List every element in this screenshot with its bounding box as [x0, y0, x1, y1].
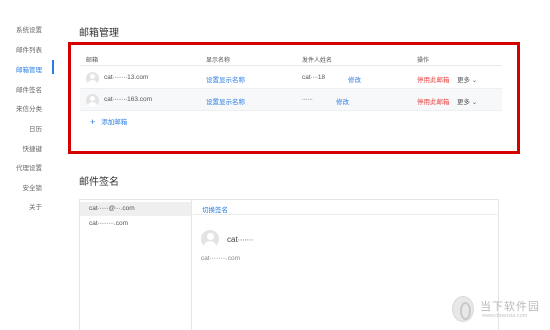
set-display-name-link[interactable]: 设置显示名称: [206, 96, 245, 106]
sidebar-item-mail-category[interactable]: 来信分类: [16, 103, 42, 113]
avatar-icon: [86, 94, 99, 107]
avatar-icon: [201, 230, 219, 248]
sidebar-item-proxy-settings[interactable]: 代理设置: [16, 162, 42, 172]
signature-section-title: 邮件签名: [79, 177, 119, 188]
watermark-brand: 当下软件园: [480, 301, 540, 313]
sidebar-item-mail-list[interactable]: 邮件列表: [16, 44, 42, 54]
sidebar-item-about[interactable]: 关于: [29, 201, 42, 211]
disable-mailbox-button[interactable]: 停用此邮箱: [417, 96, 450, 106]
sidebar-item-mailbox-management[interactable]: 邮箱管理: [16, 64, 42, 74]
add-mailbox-label: 添加邮箱: [101, 119, 128, 126]
signature-panel: cat∙∙∙∙∙∙@∙∙∙.com cat∙∙∙∙∙∙∙∙∙.com 切换签名 …: [79, 199, 499, 330]
signature-account-item[interactable]: cat∙∙∙∙∙∙@∙∙∙.com: [80, 202, 191, 216]
signature-account-item[interactable]: cat∙∙∙∙∙∙∙∙∙.com: [80, 217, 191, 231]
sidebar-item-system-settings[interactable]: 系统设置: [16, 24, 42, 34]
mailbox-email: cat∙∙∙∙∙∙∙∙163.com: [104, 96, 153, 103]
watermark: 当下软件园 www.downxia.com: [452, 296, 544, 324]
column-header-display-name: 显示名称: [206, 58, 231, 64]
column-header-sender-name: 发件人姓名: [302, 58, 333, 64]
add-mailbox-button[interactable]: + 添加邮箱: [90, 116, 127, 127]
table-row: cat∙∙∙∙∙∙∙∙163.com 设置显示名称 ∙∙∙∙∙∙ 修改 停用此邮…: [80, 89, 502, 111]
active-indicator: [52, 60, 54, 74]
table-row: cat∙∙∙∙∙∙∙∙13.com 设置显示名称 cat∙∙∙∙18 修改 停用…: [80, 67, 502, 89]
table-header: 邮箱 显示名称 发件人姓名 操作: [80, 52, 502, 66]
sender-name: ∙∙∙∙∙∙: [302, 96, 313, 103]
switch-signature-tab[interactable]: 切换签名: [202, 204, 228, 214]
sidebar-item-shortcuts[interactable]: 快捷键: [23, 143, 43, 153]
more-menu-button[interactable]: 更多 ⌄: [457, 74, 477, 84]
edit-sender-link[interactable]: 修改: [336, 96, 349, 106]
set-display-name-link[interactable]: 设置显示名称: [206, 74, 245, 84]
divider: [193, 214, 499, 215]
signature-name: cat∙∙∙∙∙∙∙: [227, 235, 254, 244]
watermark-logo-icon: [452, 296, 474, 322]
more-menu-button[interactable]: 更多 ⌄: [457, 96, 477, 106]
edit-sender-link[interactable]: 修改: [348, 74, 361, 84]
column-header-actions: 操作: [417, 58, 430, 64]
watermark-url: www.downxia.com: [482, 313, 528, 319]
column-header-email: 邮箱: [86, 58, 99, 64]
sidebar-item-security-lock[interactable]: 安全锁: [23, 182, 43, 192]
plus-icon: +: [90, 117, 96, 127]
mailbox-email: cat∙∙∙∙∙∙∙∙13.com: [104, 74, 149, 81]
sender-name: cat∙∙∙∙18: [302, 74, 326, 81]
signature-account-list: cat∙∙∙∙∙∙@∙∙∙.com cat∙∙∙∙∙∙∙∙∙.com: [80, 200, 192, 330]
sidebar-item-calendar[interactable]: 日历: [29, 123, 42, 133]
avatar-icon: [86, 72, 99, 85]
disable-mailbox-button[interactable]: 停用此邮箱: [417, 74, 450, 84]
signature-email: cat∙∙∙∙∙∙∙∙∙.com: [201, 255, 241, 262]
settings-sidebar: 系统设置 邮件列表 邮箱管理 邮件签名 来信分类 日历 快捷键 代理设置 安全锁…: [0, 0, 52, 330]
sidebar-item-mail-signature[interactable]: 邮件签名: [16, 84, 42, 94]
mailbox-section-title: 邮箱管理: [79, 28, 119, 39]
